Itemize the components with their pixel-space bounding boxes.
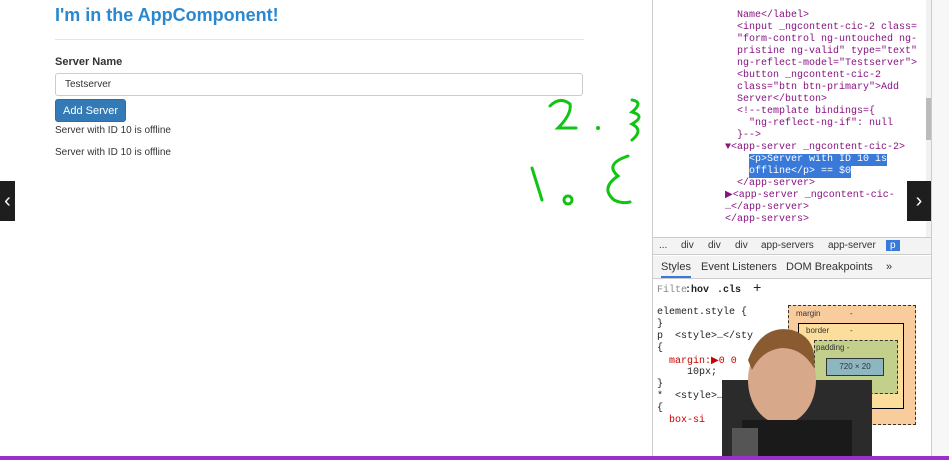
dom-node-line[interactable]: <input _ngcontent-cic-2 class=	[737, 22, 917, 34]
dom-node-line[interactable]: ng-reflect-model="Testserver">	[737, 58, 917, 70]
breadcrumb-item[interactable]: div	[708, 240, 721, 251]
hov-toggle[interactable]: :hov	[685, 285, 709, 296]
more-tabs-button[interactable]: »	[886, 261, 892, 273]
breadcrumb-item[interactable]: app-servers	[761, 240, 814, 251]
dom-node-line[interactable]: "form-control ng-untouched ng-	[737, 34, 917, 46]
elements-tree: Name</label> <input _ngcontent-cic-2 clas…	[653, 0, 932, 238]
style-rule-line: {	[657, 403, 664, 414]
dom-node-line[interactable]: ▶<app-server _ngcontent-cic-	[725, 190, 895, 202]
devtools-tabs: Styles Event Listeners DOM Breakpoints »	[653, 256, 932, 279]
tab-event-listeners[interactable]: Event Listeners	[701, 261, 777, 273]
dom-node-line[interactable]: </app-servers>	[725, 214, 809, 226]
tab-dom-breakpoints[interactable]: DOM Breakpoints	[786, 261, 873, 273]
page-title: I'm in the AppComponent!	[55, 5, 279, 25]
breadcrumb-item-active[interactable]: p	[886, 240, 900, 251]
tab-styles[interactable]: Styles	[661, 261, 691, 278]
breadcrumb-item[interactable]: ...	[659, 240, 667, 251]
style-rule-line: element.style {	[657, 307, 748, 318]
progress-bar	[0, 456, 949, 460]
style-rule-line: 10px;	[657, 367, 718, 378]
dom-node-line[interactable]: "ng-reflect-ng-if": null	[737, 118, 893, 130]
dom-node-line[interactable]: Name</label>	[737, 10, 809, 22]
server-name-input[interactable]	[55, 73, 583, 96]
dom-node-line[interactable]: </app-server>	[737, 178, 815, 190]
server-name-label: Server Name	[55, 56, 123, 68]
server-item: Server with ID 10 is offline	[55, 147, 171, 158]
app-viewport: I'm in the AppComponent! Server Name Add…	[0, 0, 652, 460]
dom-node-line[interactable]: …</app-server>	[725, 202, 809, 214]
breadcrumb-item[interactable]: app-server	[828, 240, 876, 251]
breadcrumb-item[interactable]: div	[681, 240, 694, 251]
chevron-right-icon: ›	[915, 189, 923, 212]
chevron-left-icon: ‹	[4, 189, 11, 212]
dom-node-line[interactable]: pristine ng-valid" type="text"	[737, 46, 917, 58]
webcam-overlay	[722, 329, 872, 460]
previous-arrow-button[interactable]: ‹	[0, 181, 15, 221]
style-rule-line: {	[657, 343, 664, 354]
server-item: Server with ID 10 is offline	[55, 125, 171, 136]
handwritten-annotation	[530, 98, 641, 206]
dom-node-line[interactable]: <!--template bindings={	[737, 106, 875, 118]
style-rule-line: box-si	[657, 415, 706, 426]
next-arrow-button[interactable]: ›	[907, 181, 931, 221]
dom-node-line[interactable]: Server</button>	[737, 94, 827, 106]
breadcrumb-item[interactable]: div	[735, 240, 748, 251]
style-rule-line: }	[657, 319, 664, 330]
filter-input[interactable]: Filte	[657, 285, 687, 296]
add-server-button[interactable]: Add Server	[55, 99, 126, 122]
dom-node-line[interactable]: offline</p> == $0	[749, 166, 852, 178]
breadcrumb: ... div div div app-servers app-server p	[653, 237, 932, 255]
divider	[55, 39, 584, 40]
dom-node-line[interactable]: <button _ngcontent-cic-2	[737, 70, 881, 82]
margin-label: margin	[796, 309, 821, 318]
dom-node-line[interactable]: ▼<app-server _ngcontent-cic-2>	[725, 142, 905, 154]
margin-value: -	[850, 309, 853, 318]
dom-node-line[interactable]: <p>Server with ID 10 is	[749, 154, 888, 166]
dom-node-line[interactable]: class="btn btn-primary">Add	[737, 82, 899, 94]
side-strip	[931, 0, 949, 460]
style-rule-line: }	[657, 379, 664, 390]
cls-toggle[interactable]: .cls	[717, 285, 741, 296]
add-rule-button[interactable]: +	[753, 281, 761, 297]
dom-node-line[interactable]: }-->	[737, 130, 761, 142]
